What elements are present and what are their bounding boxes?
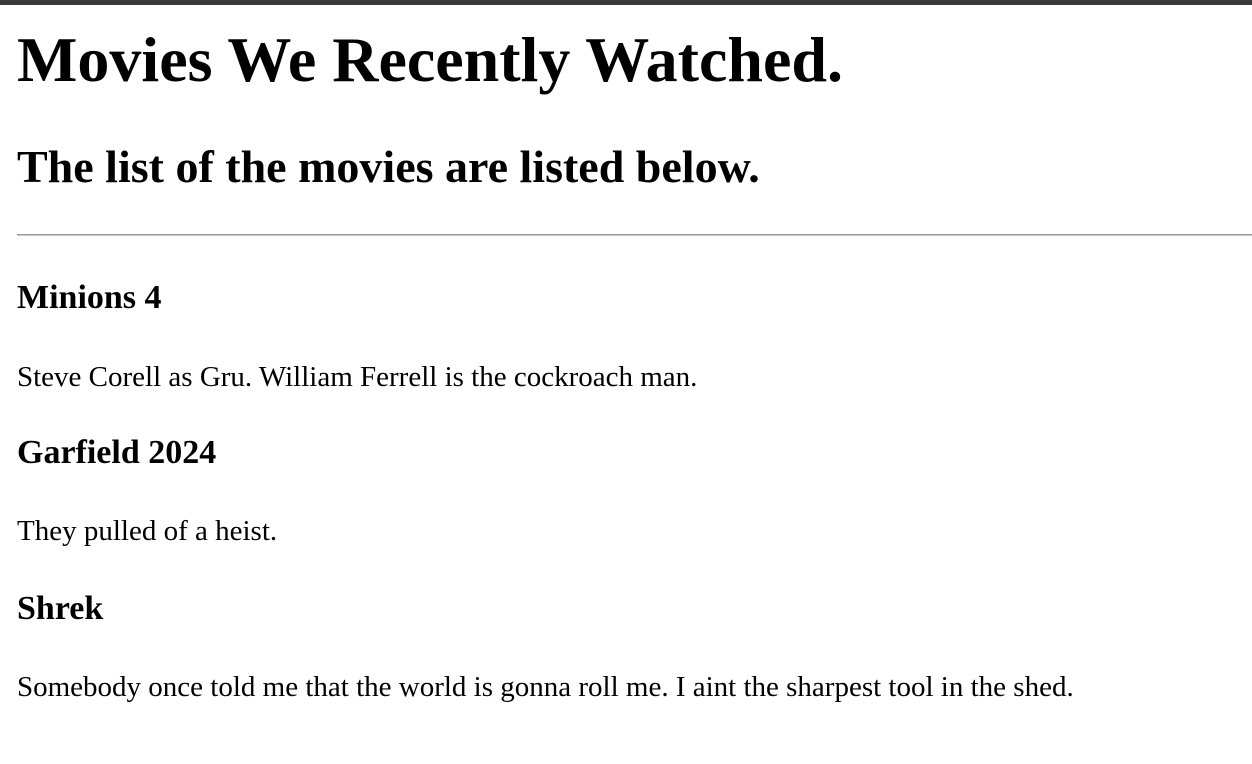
movie-description: Steve Corell as Gru. William Ferrell is … [17, 361, 698, 393]
movie-title: Minions 4 [17, 279, 162, 316]
movie-title: Garfield 2024 [17, 434, 217, 471]
movie-description: They pulled of a heist. [17, 515, 278, 547]
window-top-border [0, 0, 1252, 5]
page-title: Movies We Recently Watched. [17, 24, 843, 95]
horizontal-divider [17, 234, 1252, 236]
movie-description: Somebody once told me that the world is … [17, 671, 1074, 703]
movie-title: Shrek [17, 590, 104, 627]
page-subtitle: The list of the movies are listed below. [17, 141, 760, 192]
